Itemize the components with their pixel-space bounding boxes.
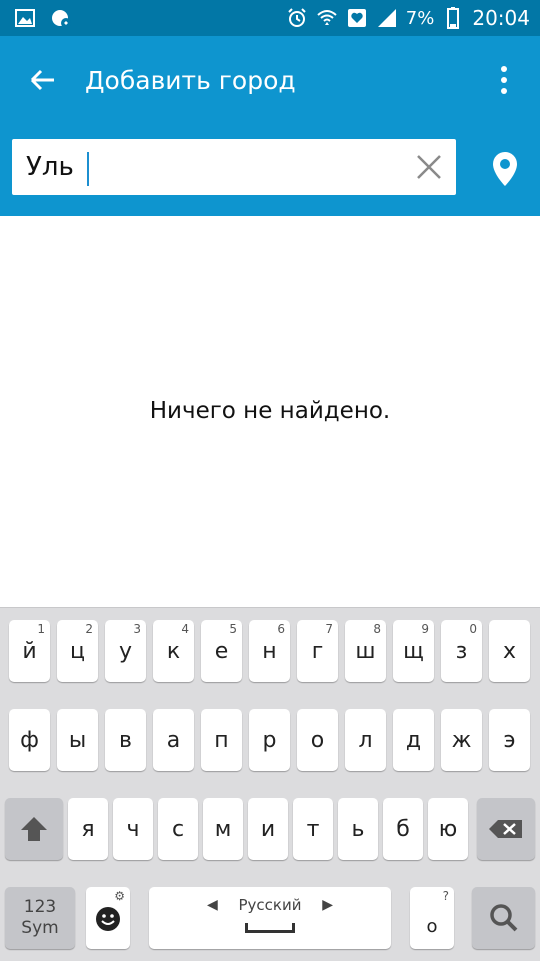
key[interactable]: ц2 (57, 620, 98, 682)
symbols-key-label-top: 123 (23, 897, 57, 917)
shift-arrow-icon (21, 817, 47, 841)
key-label: ш (355, 638, 376, 664)
settings-gear-icon: ⚙ (114, 889, 125, 903)
key-label: й (22, 638, 37, 664)
status-bar: 7% 20:04 (0, 0, 540, 36)
key[interactable]: й1 (9, 620, 50, 682)
space-icon (245, 923, 295, 933)
period-key-label: o (426, 915, 438, 937)
key-label: у (118, 638, 133, 664)
key[interactable]: а (153, 709, 194, 771)
key-number-hint: 6 (277, 622, 285, 636)
app-toolbar: Добавить город (0, 36, 540, 216)
key[interactable]: э (489, 709, 530, 771)
key[interactable]: с (158, 798, 198, 860)
back-arrow-icon[interactable] (26, 64, 58, 96)
weather-update-icon (50, 7, 72, 29)
key[interactable]: з0 (441, 620, 482, 682)
period-key-hint: ? (442, 889, 449, 903)
key[interactable]: я (68, 798, 108, 860)
battery-icon (442, 7, 464, 29)
key[interactable]: ш8 (345, 620, 386, 682)
page-title: Добавить город (85, 66, 296, 95)
keyboard-language: Русский (238, 896, 302, 914)
heart-icon (346, 7, 368, 29)
backspace-icon (489, 820, 522, 838)
key[interactable]: о (297, 709, 338, 771)
key-label: к (166, 638, 181, 664)
key-number-hint: 9 (421, 622, 429, 636)
key-number-hint: 7 (325, 622, 333, 636)
clear-icon[interactable] (416, 154, 442, 180)
key-label: н (262, 638, 277, 664)
key-number-hint: 0 (469, 622, 477, 636)
battery-percent: 7% (405, 7, 435, 29)
key[interactable]: т (293, 798, 333, 860)
key[interactable]: х (489, 620, 530, 682)
onscreen-keyboard: й1ц2у3к4е5н6г7ш8щ9з0х фывапролджэ ячсмит… (0, 607, 540, 961)
key-number-hint: 1 (37, 622, 45, 636)
key[interactable]: и (248, 798, 288, 860)
key[interactable]: л (345, 709, 386, 771)
key-label: х (502, 638, 517, 664)
search-key[interactable] (472, 887, 535, 949)
key[interactable]: н6 (249, 620, 290, 682)
key[interactable]: в (105, 709, 146, 771)
key[interactable]: ч (113, 798, 153, 860)
key-number-hint: 4 (181, 622, 189, 636)
space-key[interactable]: ◀ Русский ▶ (149, 887, 391, 949)
smiley-icon (96, 907, 120, 931)
city-search-input[interactable] (26, 145, 406, 189)
backspace-key[interactable] (477, 798, 535, 860)
key[interactable]: е5 (201, 620, 242, 682)
gallery-icon (14, 7, 36, 29)
key-number-hint: 2 (85, 622, 93, 636)
key[interactable]: б (383, 798, 423, 860)
key[interactable]: п (201, 709, 242, 771)
key-number-hint: 3 (133, 622, 141, 636)
language-next-icon: ▶ (322, 897, 333, 913)
key[interactable]: к4 (153, 620, 194, 682)
key-label: г (311, 638, 324, 664)
key-number-hint: 5 (229, 622, 237, 636)
key[interactable]: у3 (105, 620, 146, 682)
emoji-key[interactable]: ⚙ (86, 887, 130, 949)
key-number-hint: 8 (373, 622, 381, 636)
wifi-icon (316, 7, 338, 29)
symbols-key-label-bottom: Sym (21, 918, 59, 938)
city-search-box (12, 139, 456, 195)
key[interactable]: ы (57, 709, 98, 771)
text-cursor (87, 152, 89, 186)
key[interactable]: ю (428, 798, 468, 860)
key[interactable]: р (249, 709, 290, 771)
key[interactable]: ж (441, 709, 482, 771)
key[interactable]: ф (9, 709, 50, 771)
symbols-key[interactable]: 123 Sym (5, 887, 75, 949)
key-label: з (455, 638, 468, 664)
key[interactable]: ь (338, 798, 378, 860)
signal-icon (376, 7, 398, 29)
key[interactable]: м (203, 798, 243, 860)
key-label: щ (403, 638, 424, 664)
alarm-icon (286, 7, 308, 29)
key-label: ц (70, 638, 85, 664)
key[interactable]: д (393, 709, 434, 771)
key[interactable]: г7 (297, 620, 338, 682)
location-pin-icon[interactable] (490, 150, 520, 188)
overflow-menu-icon[interactable] (490, 62, 518, 98)
shift-key[interactable] (5, 798, 63, 860)
no-results-message: Ничего не найдено. (149, 398, 391, 424)
key[interactable]: щ9 (393, 620, 434, 682)
search-icon (489, 904, 517, 932)
clock: 20:04 (472, 6, 530, 30)
key-label: е (214, 638, 229, 664)
period-key[interactable]: o ? (410, 887, 454, 949)
